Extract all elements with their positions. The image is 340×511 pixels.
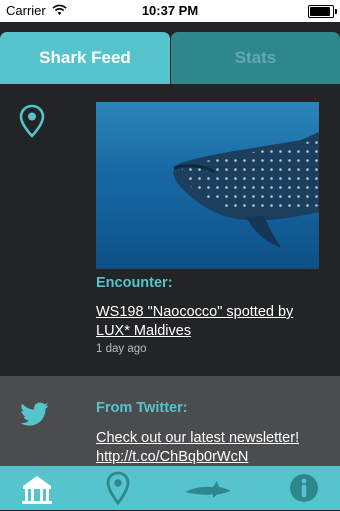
map-pin-tab-icon[interactable] (98, 470, 138, 506)
info-icon[interactable] (284, 470, 324, 506)
status-time: 10:37 PM (141, 3, 199, 18)
encounter-link[interactable]: WS198 "Naococco" spotted by LUX* Maldive… (96, 303, 331, 341)
whale-shark-photo[interactable] (96, 102, 319, 269)
feed-item-encounter[interactable]: Encounter: WS198 "Naococco" spotted by L… (0, 84, 340, 376)
status-bar: Carrier 10:37 PM (0, 0, 340, 22)
segmented-tabs: Shark Feed Stats (0, 22, 340, 84)
tab-stats[interactable]: Stats (171, 32, 340, 84)
map-pin-icon (19, 104, 45, 143)
encounter-time: 1 day ago (96, 343, 147, 355)
home-icon[interactable] (17, 470, 57, 506)
twitter-heading: From Twitter: (96, 400, 188, 416)
encounter-heading: Encounter: (96, 275, 173, 291)
twitter-link[interactable]: Check out our latest newsletter! http://… (96, 429, 331, 466)
bottom-tab-bar (0, 466, 340, 510)
tab-shark-feed[interactable]: Shark Feed (0, 32, 170, 84)
battery-icon (308, 5, 337, 18)
twitter-bird-icon (20, 402, 50, 433)
shark-icon[interactable] (183, 470, 233, 506)
feed-item-twitter[interactable]: From Twitter: Check out our latest newsl… (0, 376, 340, 466)
